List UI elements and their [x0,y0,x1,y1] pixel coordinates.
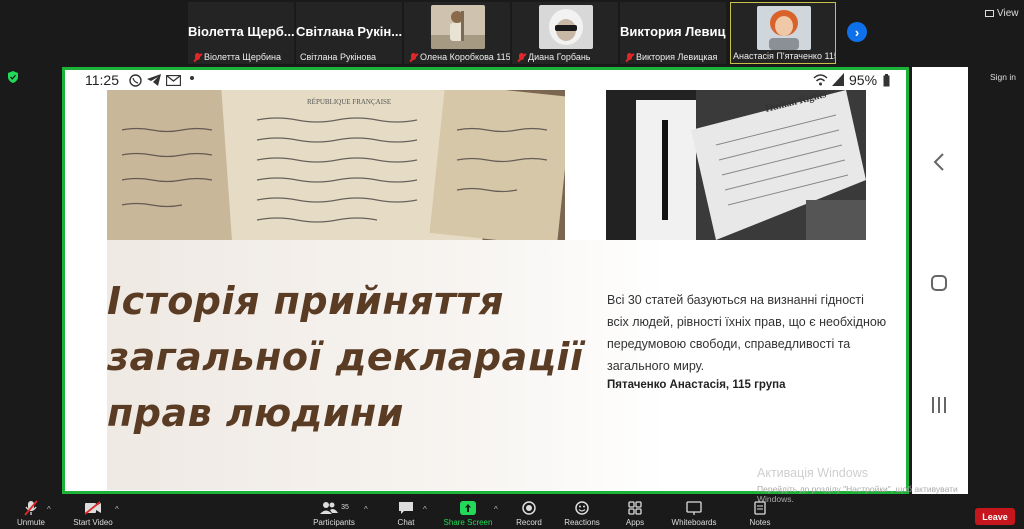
windows-activation-watermark: Активація Windows Перейдіть до розділу "… [757,466,987,504]
home-button-icon[interactable] [931,275,947,291]
start-video-button[interactable]: Start Video [70,499,116,529]
next-page-button[interactable]: › [847,22,867,42]
leave-button[interactable]: Leave [975,508,1015,525]
wifi-icon [813,74,828,86]
record-icon [522,500,536,515]
participant-name: Виктория Левиц... [620,24,726,39]
slide-title-line-3: прав людини [107,391,404,435]
telegram-icon [147,74,161,86]
unmute-button[interactable]: Unmute [10,499,52,529]
participant-tile-4[interactable]: Диана Горбань [512,2,618,64]
viber-icon [129,74,142,87]
mic-muted-icon [24,499,38,516]
participant-tile-3[interactable]: Олена Коробкова 115 [404,2,510,64]
slide-image-declaration: Human Rights [606,90,866,240]
slide-description: Всі 30 статей базуються на визнанні гідн… [607,293,887,373]
notification-dot-icon [190,76,194,80]
whiteboard-icon [686,500,702,515]
chevron-right-icon: › [854,24,860,40]
audio-options-caret[interactable]: ^ [47,505,51,514]
share-screen-icon [460,500,476,515]
participant-tile-5[interactable]: Виктория Левиц... Виктория Левицкая [620,2,726,64]
video-off-icon [84,500,101,515]
phone-nav-panel [912,67,968,494]
video-options-caret[interactable]: ^ [115,505,119,514]
notes-icon [754,500,766,515]
participant-label: Диана Горбань [518,52,591,62]
security-shield-icon[interactable] [8,71,18,83]
participant-label: Віолетта Щербина [194,52,281,62]
participants-count: 35 [341,504,349,511]
windows-activation-subtitle: Перейдіть до розділу "Настройки", щоб ак… [757,484,958,504]
shared-screen: 11:25 95% RÉPUBLIQUE FRANÇAISE Human Rig… [62,67,909,494]
chat-options-caret[interactable]: ^ [423,505,427,514]
participant-label: Світлана Рукінова [300,52,377,62]
whiteboards-button[interactable]: Whiteboards [666,499,722,529]
participants-icon [320,501,339,514]
mic-muted-icon [410,52,417,62]
manuscript-header-text: RÉPUBLIQUE FRANÇAISE [307,98,391,106]
record-button[interactable]: Record [510,499,548,529]
participant-label: Виктория Левицкая [626,52,717,62]
windows-activation-title: Активація Windows [757,466,868,480]
grid-icon [985,10,994,17]
chat-icon [399,501,413,514]
participant-label: Анастасія П'ятаченко 115 [733,51,836,61]
slide-title-line-2: загальної декларації [107,335,584,379]
slide-image-manuscripts: RÉPUBLIQUE FRANÇAISE [107,90,565,240]
recent-apps-icon[interactable] [931,396,947,414]
slide-title: Історія прийняття загальної декларації п… [107,273,583,441]
notes-button[interactable]: Notes [742,499,778,529]
participant-tile-1[interactable]: Віолетта Щерб... Віолетта Щербина [188,2,294,64]
participant-video [757,6,811,50]
share-screen-button[interactable]: Share Screen [442,499,494,529]
participant-tile-2[interactable]: Світлана Рукін... Світлана Рукінова [296,2,402,64]
battery-level: 95% [849,72,878,88]
mic-muted-icon [194,52,201,62]
reactions-button[interactable]: Reactions [560,499,604,529]
apps-icon [628,500,642,515]
participant-tile-6-active-speaker[interactable]: Анастасія П'ятаченко 115 [730,2,836,64]
mic-muted-icon [518,52,525,62]
participant-label: Олена Коробкова 115 [410,52,510,62]
phone-status-bar: 11:25 95% [65,70,906,92]
participants-options-caret[interactable]: ^ [364,505,368,514]
mic-muted-icon [626,52,633,62]
participant-name: Віолетта Щерб... [188,24,294,39]
status-time: 11:25 [85,72,119,88]
battery-icon [883,74,890,87]
participant-video [431,5,485,49]
signal-icon [832,73,844,86]
share-options-caret[interactable]: ^ [494,505,498,514]
back-chevron-icon[interactable] [933,152,945,172]
sign-in-link[interactable]: Sign in [990,72,1016,82]
slide-title-line-1: Історія прийняття [107,279,504,323]
apps-button[interactable]: Apps [618,499,652,529]
participants-button[interactable]: 35 Participants [305,499,363,529]
participant-name: Світлана Рукін... [296,24,402,39]
view-button[interactable]: View [985,8,1019,19]
participant-video [539,5,593,49]
slide-author: Пятаченко Анастасія, 115 група [607,379,786,391]
reactions-icon [575,500,589,515]
chat-button[interactable]: Chat [386,499,426,529]
mail-icon [166,75,181,86]
